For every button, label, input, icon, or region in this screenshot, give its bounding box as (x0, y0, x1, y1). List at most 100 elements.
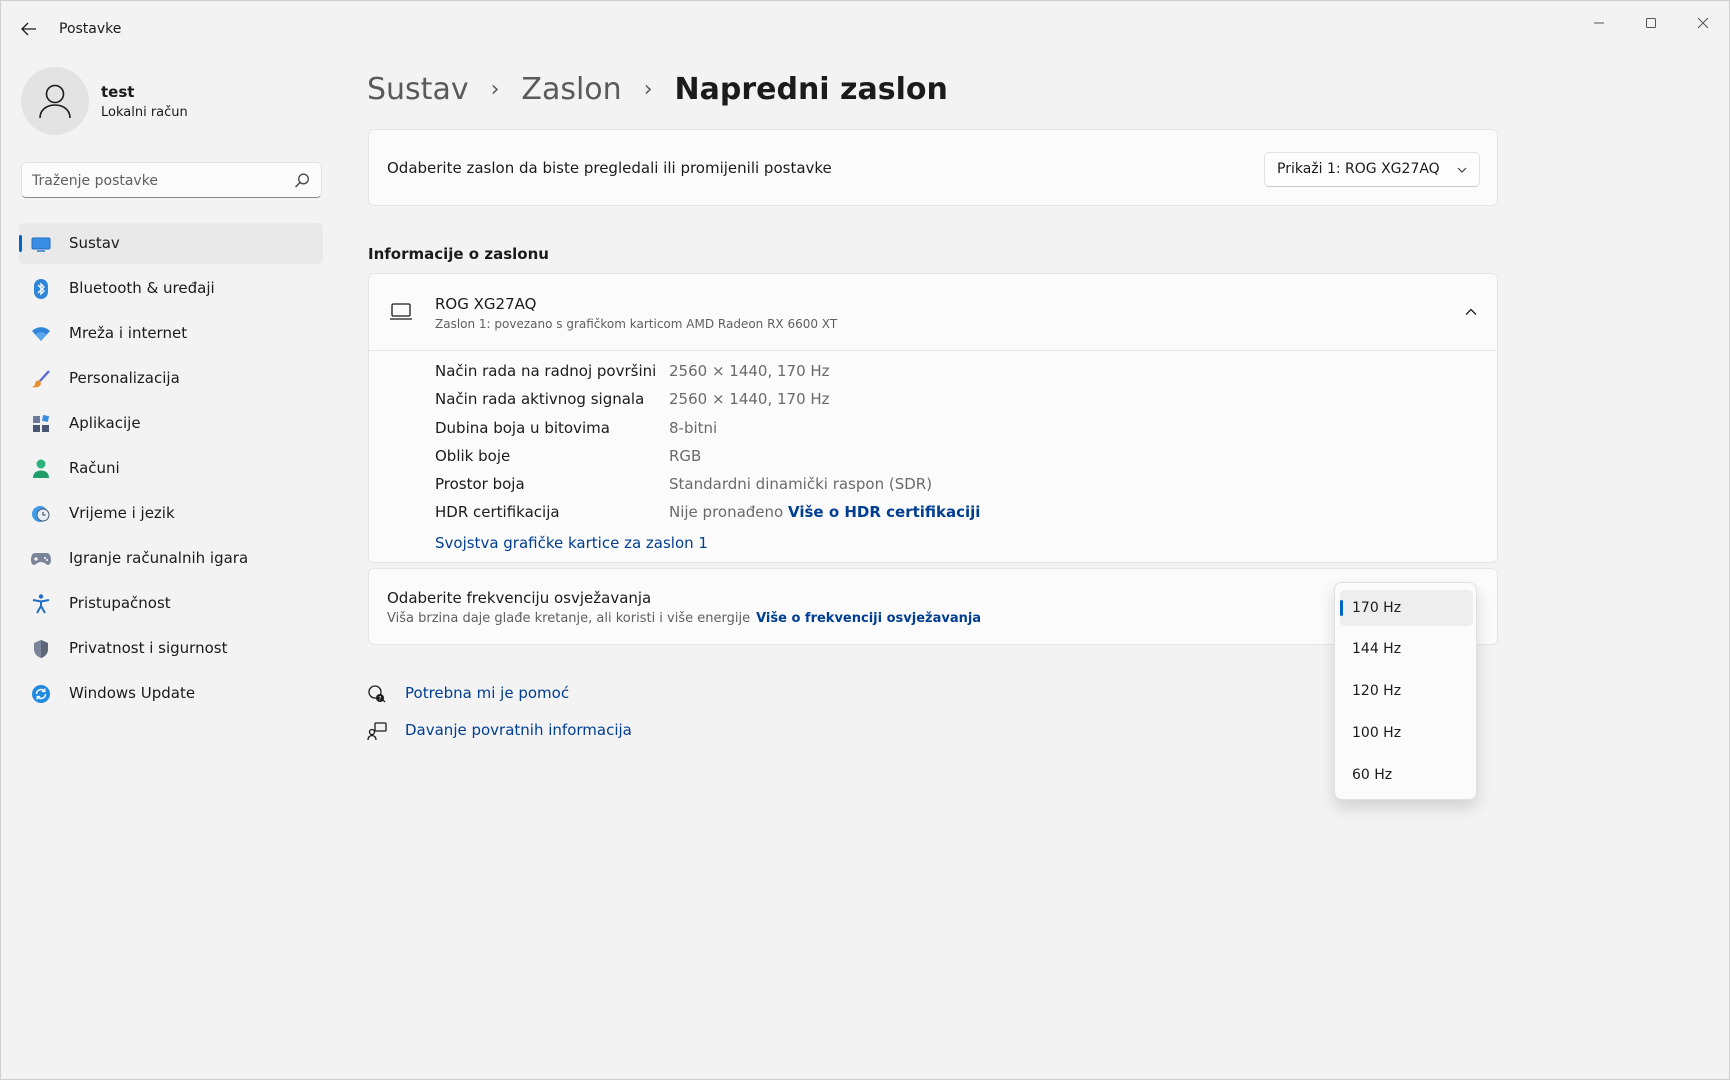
sidebar-item-label: Windows Update (69, 684, 196, 702)
gamepad-icon (31, 549, 51, 569)
feedback-icon (367, 722, 387, 741)
info-key: Način rada na radnoj površini (435, 362, 657, 380)
refresh-option-label: 100 Hz (1352, 725, 1402, 741)
sidebar-item-label: Vrijeme i jezik (69, 504, 175, 522)
minimize-button[interactable] (1576, 7, 1622, 39)
sidebar-item-time-language[interactable]: Vrijeme i jezik (19, 493, 323, 534)
sidebar-item-apps[interactable]: Aplikacije (19, 403, 323, 444)
display-dropdown[interactable]: Prikaži 1: ROG XG27AQ (1264, 152, 1480, 187)
laptop-icon (390, 303, 412, 320)
refresh-option-144[interactable]: 144 Hz (1340, 631, 1473, 667)
info-key: Oblik boje (435, 446, 511, 465)
refresh-rate-dropdown-list: 170 Hz 144 Hz 120 Hz 100 Hz 60 Hz (1334, 582, 1477, 800)
breadcrumb: Sustav › Zaslon › Napredni zaslon (367, 67, 948, 111)
get-help-label: Potrebna mi je pomoć (405, 684, 570, 702)
refresh-option-label: 120 Hz (1352, 683, 1402, 699)
info-value: RGB (669, 446, 702, 465)
display-dropdown-value: Prikaži 1: ROG XG27AQ (1277, 161, 1440, 177)
refresh-rate-title: Odaberite frekvenciju osvježavanja (387, 589, 652, 607)
refresh-rate-card: Odaberite frekvenciju osvježavanja Viša … (368, 568, 1498, 645)
sidebar-item-label: Mreža i internet (69, 324, 188, 342)
search-input[interactable] (32, 170, 282, 192)
info-value: 2560 × 1440, 170 Hz (669, 362, 830, 380)
sidebar-item-bluetooth[interactable]: Bluetooth & uređaji (19, 268, 323, 309)
back-button[interactable] (15, 17, 43, 41)
accessibility-icon (31, 594, 51, 614)
sidebar-item-personalization[interactable]: Personalizacija (19, 358, 323, 399)
profile-name: test (101, 83, 135, 101)
brush-icon (31, 369, 51, 389)
sidebar-item-label: Igranje računalnih igara (69, 549, 249, 567)
sidebar-item-gaming[interactable]: Igranje računalnih igara (19, 538, 323, 579)
refresh-option-120[interactable]: 120 Hz (1340, 673, 1473, 709)
display-info-card: ROG XG27AQ Zaslon 1: povezano s grafičko… (368, 273, 1498, 563)
refresh-option-60[interactable]: 60 Hz (1340, 757, 1473, 793)
display-name: ROG XG27AQ (435, 295, 537, 313)
refresh-rate-info-link[interactable]: Više o frekvenciji osvježavanja (756, 611, 981, 626)
chevron-right-icon: › (643, 76, 653, 102)
app-title: Postavke (59, 21, 122, 37)
info-key: Način rada aktivnog signala (435, 390, 645, 409)
search-icon[interactable] (293, 172, 311, 190)
shield-icon (31, 639, 51, 659)
sidebar-item-label: Pristupačnost (69, 594, 171, 612)
bluetooth-icon (31, 279, 51, 299)
hdr-status: Nije pronađeno (669, 503, 784, 522)
breadcrumb-system[interactable]: Sustav (367, 72, 469, 107)
wifi-icon (31, 324, 51, 344)
gpu-properties-link[interactable]: Svojstva grafičke kartice za zaslon 1 (435, 534, 708, 552)
search-box (21, 162, 322, 198)
profile-account-type: Lokalni račun (101, 105, 188, 120)
sidebar-item-network[interactable]: Mreža i internet (19, 313, 323, 354)
get-help-link[interactable]: ? Potrebna mi je pomoć (367, 682, 587, 706)
info-value-hdr: Nije pronađeno Više o HDR certifikaciji (669, 503, 980, 521)
settings-window: Postavke test Lokalni račun Sustav (0, 0, 1730, 1080)
sidebar-item-windows-update[interactable]: Windows Update (19, 673, 323, 714)
sidebar-nav: Sustav Bluetooth & uređaji Mreža i inter… (19, 223, 323, 718)
sidebar-item-label: Bluetooth & uređaji (69, 279, 215, 297)
apps-icon (31, 414, 51, 434)
minimize-icon (1594, 22, 1604, 24)
display-select-card: Odaberite zaslon da biste pregledali ili… (368, 129, 1498, 206)
sidebar-item-system[interactable]: Sustav (19, 223, 323, 264)
refresh-option-100[interactable]: 100 Hz (1340, 715, 1473, 751)
user-profile[interactable]: test Lokalni račun (21, 67, 321, 135)
sidebar-item-label: Sustav (69, 234, 120, 252)
svg-text:?: ? (378, 696, 381, 703)
maximize-button[interactable] (1628, 7, 1674, 39)
refresh-option-label: 170 Hz (1352, 600, 1402, 616)
refresh-option-170[interactable]: 170 Hz (1340, 590, 1473, 626)
info-value: 8-bitni (669, 418, 718, 437)
update-icon (31, 684, 51, 704)
info-key: Dubina boja u bitovima (435, 418, 610, 437)
refresh-rate-subtitle: Viša brzina daje glađe kretanje, ali kor… (387, 611, 981, 626)
close-button[interactable] (1680, 7, 1726, 39)
feedback-label: Davanje povratnih informacija (405, 721, 632, 739)
feedback-link[interactable]: Davanje povratnih informacija (367, 719, 632, 743)
hdr-certification-link[interactable]: Više o HDR certifikaciji (788, 503, 980, 521)
display-info-header[interactable]: ROG XG27AQ Zaslon 1: povezano s grafičko… (369, 274, 1497, 351)
globe-clock-icon (31, 504, 51, 524)
title-bar: Postavke (1, 1, 1729, 57)
maximize-icon (1646, 18, 1656, 28)
close-icon (1697, 17, 1709, 29)
sidebar-item-privacy[interactable]: Privatnost i sigurnost (19, 628, 323, 669)
breadcrumb-display[interactable]: Zaslon (521, 72, 621, 107)
sidebar-item-accessibility[interactable]: Pristupačnost (19, 583, 323, 624)
info-value: Standardni dinamički raspon (SDR) (669, 475, 933, 494)
section-title-display-info: Informacije o zaslonu (368, 245, 549, 263)
sidebar-item-label: Aplikacije (69, 414, 141, 432)
page-title: Napredni zaslon (674, 71, 948, 107)
sidebar-item-label: Računi (69, 459, 120, 477)
sidebar-item-label: Personalizacija (69, 369, 180, 387)
refresh-rate-description: Viša brzina daje glađe kretanje, ali kor… (387, 611, 751, 626)
info-key: Prostor boja (435, 475, 525, 494)
display-subtitle: Zaslon 1: povezano s grafičkom karticom … (435, 317, 838, 331)
person-outline-icon (39, 84, 71, 119)
arrow-left-icon (21, 22, 36, 36)
sidebar-item-accounts[interactable]: Računi (19, 448, 323, 489)
info-value: 2560 × 1440, 170 Hz (669, 390, 830, 409)
refresh-option-label: 60 Hz (1352, 767, 1393, 783)
chevron-up-icon[interactable] (1463, 304, 1479, 320)
help-chat-icon: ? (368, 685, 386, 703)
